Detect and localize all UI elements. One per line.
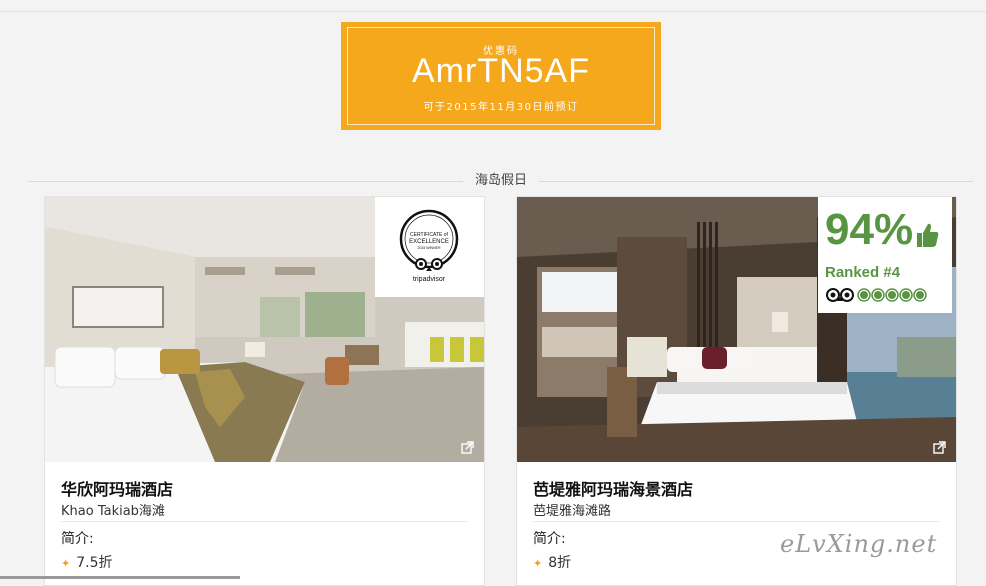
tripadvisor-owl-icon [826,288,854,302]
coupon-code: AmrTN5AF [412,52,590,90]
hotel-name[interactable]: 华欣阿玛瑞酒店 [61,476,173,500]
discount-text: 8折 [548,555,572,571]
rating-circle-icon [857,288,871,302]
rating-circle-icon [885,288,899,302]
svg-text:tripadvisor: tripadvisor [413,276,446,283]
bullet-icon: ✦ [533,557,543,570]
external-link-icon[interactable] [461,441,474,454]
hotel-intro-label: 简介: [61,531,94,547]
coupon-validity: 可于2015年11月30日前预订 [423,102,579,113]
hotel-photo[interactable]: 94% Ranked #4 [517,197,956,462]
ranking-text: Ranked #4 [825,264,901,281]
hotel-name[interactable]: 芭堤雅阿玛瑞海景酒店 [533,476,693,500]
svg-text:CERTIFICATE of: CERTIFICATE of [410,232,448,238]
hotel-photo[interactable]: CERTIFICATE of EXCELLENCE 2015 WINNER tr… [45,197,484,462]
card-divider [61,521,468,522]
hotel-intro-label: 简介: [533,531,566,547]
thumbs-up-icon [914,221,940,249]
discount-text: 7.5折 [76,555,113,571]
section-title: 海岛假日 [463,172,539,190]
top-divider [0,11,986,12]
hotel-location: Khao Takiab海滩 [61,504,165,519]
tripadvisor-ranking-badge: 94% Ranked #4 [818,197,952,313]
rating-circle-icon [871,288,885,302]
hotel-discount: ✦ 7.5折 [61,552,112,572]
svg-text:2015 WINNER: 2015 WINNER [418,246,441,250]
coupon-banner: 优惠码 AmrTN5AF 可于2015年11月30日前预订 [341,22,661,130]
svg-text:EXCELLENCE: EXCELLENCE [409,239,449,245]
bullet-icon: ✦ [61,557,71,570]
hotel-card[interactable]: 94% Ranked #4 芭堤雅阿玛瑞海景酒店 芭堤雅海滩路 简介: ✦ 8折 [516,196,957,586]
tripadvisor-rating [825,286,935,304]
hotel-location: 芭堤雅海滩路 [533,504,612,519]
rating-percent: 94% [825,205,914,254]
rating-circle-icon [913,288,927,302]
external-link-icon[interactable] [933,441,946,454]
card-divider [533,521,940,522]
tripadvisor-certificate-icon: CERTIFICATE of EXCELLENCE 2015 WINNER tr… [399,209,459,283]
hotel-discount: ✦ 8折 [533,552,571,572]
certificate-of-excellence-badge: CERTIFICATE of EXCELLENCE 2015 WINNER tr… [375,197,484,297]
hotel-card[interactable]: CERTIFICATE of EXCELLENCE 2015 WINNER tr… [44,196,485,586]
site-watermark: eLvXing.net [780,530,938,558]
rating-circle-icon [899,288,913,302]
coupon-frame: 优惠码 AmrTN5AF 可于2015年11月30日前预订 [347,27,655,125]
